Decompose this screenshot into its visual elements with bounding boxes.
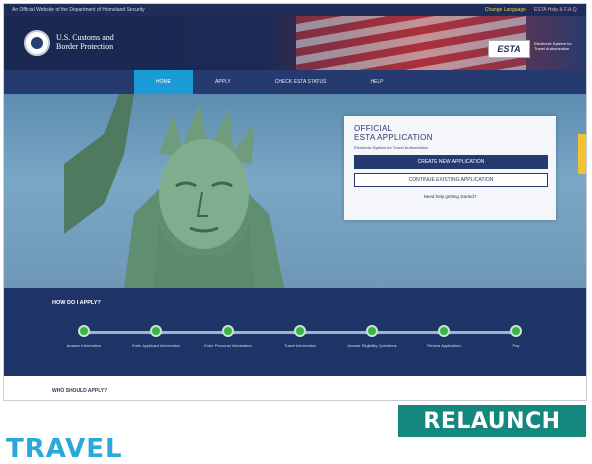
dhs-seal-icon[interactable] — [24, 30, 50, 56]
who-should-apply-section: WHO SHOULD APPLY? — [4, 376, 586, 400]
travel-caption: TRAVEL — [6, 434, 123, 464]
feedback-tab[interactable] — [578, 134, 586, 174]
nav-apply[interactable]: APPLY — [193, 70, 253, 94]
who-should-apply-heading: WHO SHOULD APPLY? — [52, 388, 108, 394]
esta-logo-subtitle: Electronic System for Travel Authorizati… — [534, 41, 572, 51]
step-dot — [510, 325, 522, 337]
continue-existing-application-button[interactable]: CONTINUE EXISTING APPLICATION — [354, 173, 548, 187]
step-label: Answer Information — [66, 343, 102, 348]
change-language-link[interactable]: Change Language — [485, 7, 526, 13]
card-title-line-2: ESTA APPLICATION — [354, 133, 433, 142]
step-label: Enter Applicant Information — [131, 343, 181, 348]
step-dot — [438, 325, 450, 337]
how-to-apply-section: HOW DO I APPLY? Answer Information Enter… — [4, 288, 586, 376]
nav-check-status[interactable]: CHECK ESTA STATUS — [253, 70, 349, 94]
step-label: Enter Personal Information — [204, 343, 252, 348]
relaunch-badge: RELAUNCH — [398, 405, 586, 437]
official-site-notice: An Official Website of the Department of… — [12, 7, 145, 13]
need-help-link[interactable]: Need help getting started? — [354, 194, 546, 199]
agency-name[interactable]: U.S. Customs and Border Protection — [56, 33, 114, 51]
how-to-apply-heading: HOW DO I APPLY? — [52, 300, 101, 306]
step-label: Pay — [512, 343, 520, 348]
card-title: OFFICIAL ESTA APPLICATION — [354, 124, 546, 142]
step-dot — [222, 325, 234, 337]
create-new-application-button[interactable]: CREATE NEW APPLICATION — [354, 155, 548, 169]
esta-logo[interactable]: ESTA — [488, 40, 530, 58]
step-dot — [294, 325, 306, 337]
main-nav: HOME APPLY CHECK ESTA STATUS HELP — [4, 70, 586, 94]
statue-of-liberty-image — [64, 94, 284, 288]
nav-home[interactable]: HOME — [134, 70, 193, 94]
step-label: Answer Eligibility Questions — [347, 343, 397, 348]
help-faq-link[interactable]: ESTA Help & F.A.Q. — [534, 7, 578, 13]
step-dot — [150, 325, 162, 337]
hero-banner: OFFICIAL ESTA APPLICATION Electronic Sys… — [4, 94, 586, 288]
step-dot — [366, 325, 378, 337]
card-subtitle: Electronic System for Travel Authorizati… — [354, 145, 429, 150]
card-title-line-1: OFFICIAL — [354, 124, 393, 133]
agency-line-2: Border Protection — [56, 42, 114, 51]
nav-help[interactable]: HELP — [348, 70, 405, 94]
agency-line-1: U.S. Customs and — [56, 33, 114, 42]
step-label: Travel Information — [283, 343, 317, 348]
browser-screenshot: An Official Website of the Department of… — [3, 3, 587, 401]
site-header: U.S. Customs and Border Protection ESTA … — [4, 16, 586, 70]
step-dot — [78, 325, 90, 337]
step-label: Review Application — [427, 343, 461, 348]
top-utility-bar: An Official Website of the Department of… — [4, 4, 586, 16]
esta-application-card: OFFICIAL ESTA APPLICATION Electronic Sys… — [344, 116, 556, 220]
